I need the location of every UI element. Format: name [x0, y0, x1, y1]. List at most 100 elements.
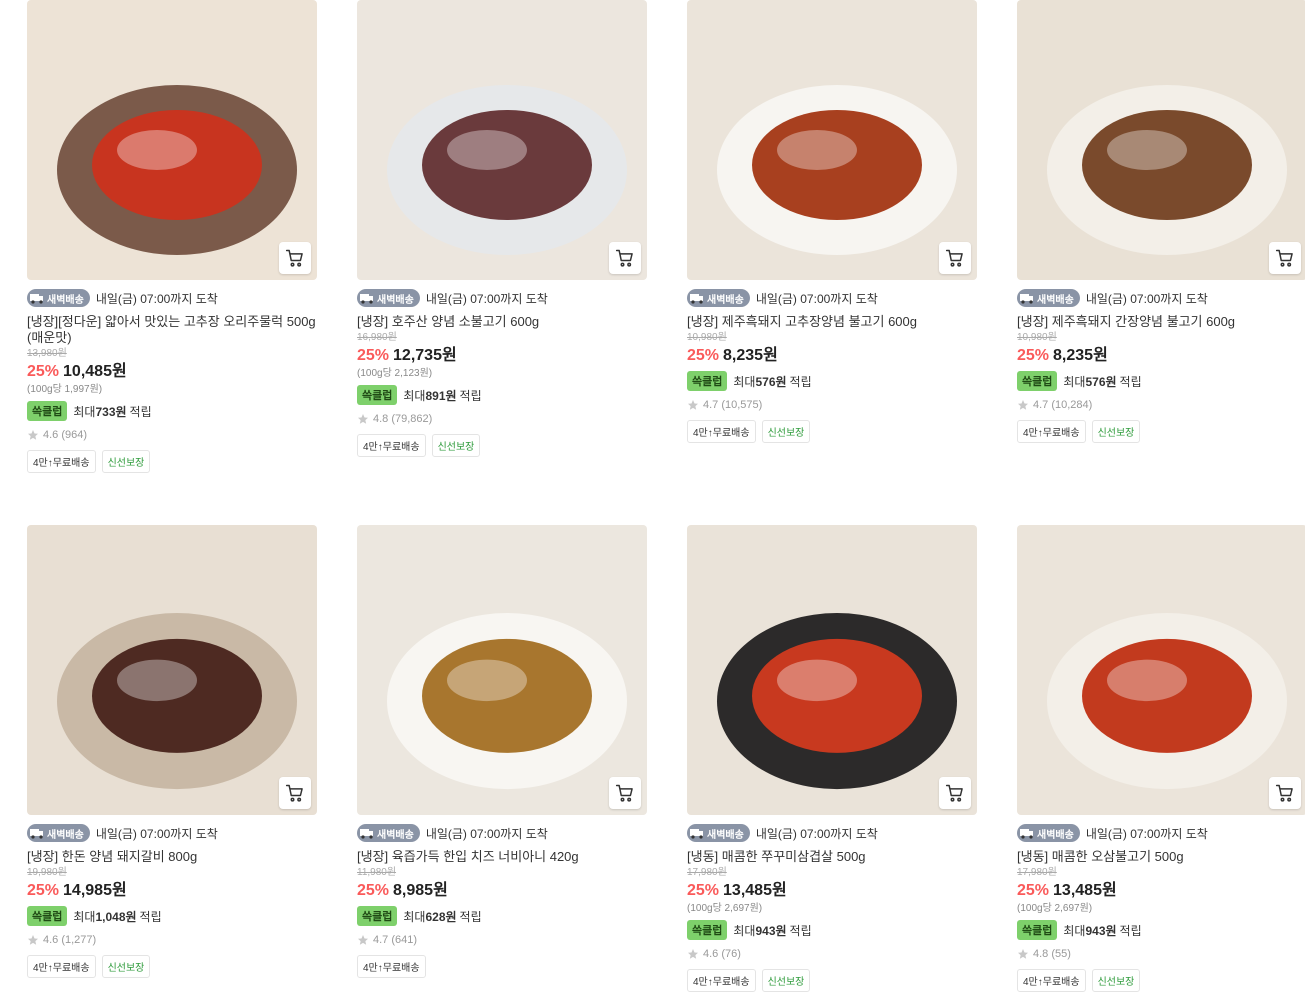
product-name[interactable]: [냉장] 제주흑돼지 간장양념 불고기 600g [1017, 314, 1305, 330]
product-photo [1017, 0, 1305, 280]
add-to-cart-button[interactable] [1269, 777, 1301, 809]
cart-icon [945, 249, 963, 267]
product-photo [357, 525, 647, 815]
delivery-info: 새벽배송 내일(금) 07:00까지 도착 [27, 288, 317, 308]
sale-price-line: 25% 13,485원 [687, 881, 977, 901]
truck-icon [690, 829, 703, 839]
add-to-cart-button[interactable] [279, 777, 311, 809]
add-to-cart-button[interactable] [1269, 242, 1301, 274]
product-name[interactable]: [냉장][정다운] 얇아서 맛있는 고추장 오리주물럭 500g (매운맛) [27, 314, 317, 346]
delivery-eta: 내일(금) 07:00까지 도착 [95, 826, 218, 841]
product-photo [1017, 525, 1305, 815]
cart-icon [285, 249, 303, 267]
product-card[interactable]: 새벽배송 내일(금) 07:00까지 도착 [냉동] 매콤한 오삼불고기 500… [1017, 525, 1305, 992]
product-name[interactable]: [냉동] 매콤한 오삼불고기 500g [1017, 849, 1305, 865]
delivery-eta: 내일(금) 07:00까지 도착 [1085, 291, 1208, 306]
dawn-delivery-label: 새벽배송 [1037, 829, 1074, 841]
fresh-guarantee-tag: 신선보장 [1091, 420, 1141, 443]
star-icon [358, 414, 368, 424]
product-card[interactable]: 새벽배송 내일(금) 07:00까지 도착 [냉장][정다운] 얇아서 맛있는 … [27, 0, 317, 473]
sale-price: 8,235원 [1053, 347, 1108, 364]
fresh-guarantee-tag: 신선보장 [761, 420, 811, 443]
points-suffix: 적립 [139, 909, 162, 924]
tag-list: 4만↑무료배송 신선보장 [357, 434, 647, 457]
product-name[interactable]: [냉장] 한돈 양념 돼지갈비 800g [27, 849, 317, 865]
product-name[interactable]: [냉동] 매콤한 쭈꾸미삼겹살 500g [687, 849, 977, 865]
sale-price: 10,485원 [63, 363, 127, 380]
product-card[interactable]: 새벽배송 내일(금) 07:00까지 도착 [냉장] 육즙가득 한입 치즈 너비… [357, 525, 647, 978]
points-amount: 733원 [95, 404, 127, 419]
discount-rate: 25% [27, 363, 60, 380]
tag-list: 4만↑무료배송 신선보장 [27, 955, 317, 978]
points-info: 쓱클럽 최대 1,048원 적립 [27, 906, 317, 926]
points-info: 쓱클럽 최대 891원 적립 [357, 385, 647, 405]
sale-price-line: 25% 8,985원 [357, 881, 647, 901]
add-to-cart-button[interactable] [939, 242, 971, 274]
rating-value: 4.8 (55) [1033, 948, 1071, 960]
product-image[interactable] [27, 525, 317, 815]
product-card[interactable]: 새벽배송 내일(금) 07:00까지 도착 [냉동] 매콤한 쭈꾸미삼겹살 50… [687, 525, 977, 992]
product-card[interactable]: 새벽배송 내일(금) 07:00까지 도착 [냉장] 제주흑돼지 간장양념 불고… [1017, 0, 1305, 443]
dawn-delivery-label: 새벽배송 [707, 294, 744, 306]
points-amount: 943원 [1085, 923, 1117, 938]
add-to-cart-button[interactable] [939, 777, 971, 809]
product-name[interactable]: [냉장] 제주흑돼지 고추장양념 불고기 600g [687, 314, 977, 330]
rating-value: 4.7 (10,575) [703, 399, 763, 411]
product-image[interactable] [687, 0, 977, 280]
delivery-eta: 내일(금) 07:00까지 도착 [425, 291, 548, 306]
sale-price-line: 25% 8,235원 [1017, 346, 1305, 366]
cart-icon [945, 784, 963, 802]
free-shipping-tag: 4만↑무료배송 [27, 955, 96, 978]
product-card[interactable]: 새벽배송 내일(금) 07:00까지 도착 [냉장] 제주흑돼지 고추장양념 불… [687, 0, 977, 443]
truck-icon [360, 294, 373, 304]
cart-icon [285, 784, 303, 802]
dawn-delivery-badge: 새벽배송 [27, 289, 90, 307]
product-name[interactable]: [냉장] 육즙가득 한입 치즈 너비아니 420g [357, 849, 647, 865]
add-to-cart-button[interactable] [279, 242, 311, 274]
tag-list: 4만↑무료배송 신선보장 [1017, 420, 1305, 443]
product-image[interactable] [687, 525, 977, 815]
discount-rate: 25% [357, 347, 390, 364]
sale-price: 14,985원 [63, 882, 127, 899]
ssg-club-badge: 쓱클럽 [27, 906, 68, 926]
add-to-cart-button[interactable] [609, 777, 641, 809]
points-prefix: 최대 [403, 388, 426, 403]
star-icon [28, 935, 38, 945]
delivery-info: 새벽배송 내일(금) 07:00까지 도착 [27, 823, 317, 843]
product-card[interactable]: 새벽배송 내일(금) 07:00까지 도착 [냉장] 한돈 양념 돼지갈비 80… [27, 525, 317, 978]
sale-price: 12,735원 [393, 347, 457, 364]
rating: 4.7 (10,284) [1017, 398, 1305, 412]
product-image[interactable] [27, 0, 317, 280]
unit-price: (100g당 2,123원) [357, 368, 433, 379]
dawn-delivery-label: 새벽배송 [377, 829, 414, 841]
rating: 4.8 (55) [1017, 947, 1305, 961]
dawn-delivery-label: 새벽배송 [377, 294, 414, 306]
discount-rate: 25% [1017, 882, 1050, 899]
cart-icon [1275, 249, 1293, 267]
product-image[interactable] [357, 0, 647, 280]
original-price: 10,980원 [1017, 332, 1057, 343]
rating: 4.8 (79,862) [357, 412, 647, 426]
dawn-delivery-badge: 새벽배송 [687, 289, 750, 307]
rating: 4.7 (641) [357, 933, 647, 947]
truck-icon [690, 294, 703, 304]
truck-icon [1020, 294, 1033, 304]
rating-value: 4.7 (641) [373, 934, 418, 946]
add-to-cart-button[interactable] [609, 242, 641, 274]
dawn-delivery-badge: 새벽배송 [1017, 824, 1080, 842]
product-image[interactable] [357, 525, 647, 815]
free-shipping-tag: 4만↑무료배송 [1017, 969, 1086, 992]
product-name[interactable]: [냉장] 호주산 양념 소불고기 600g [357, 314, 647, 330]
discount-rate: 25% [1017, 347, 1050, 364]
sale-price-line: 25% 13,485원 [1017, 881, 1305, 901]
delivery-eta: 내일(금) 07:00까지 도착 [425, 826, 548, 841]
discount-rate: 25% [357, 882, 390, 899]
delivery-info: 새벽배송 내일(금) 07:00까지 도착 [357, 288, 647, 308]
product-image[interactable] [1017, 0, 1305, 280]
unit-price: (100g당 2,697원) [687, 903, 763, 914]
rating: 4.6 (964) [27, 428, 317, 442]
points-info: 쓱클럽 최대 576원 적립 [687, 371, 977, 391]
product-image[interactable] [1017, 525, 1305, 815]
product-card[interactable]: 새벽배송 내일(금) 07:00까지 도착 [냉장] 호주산 양념 소불고기 6… [357, 0, 647, 457]
points-amount: 891원 [425, 388, 457, 403]
